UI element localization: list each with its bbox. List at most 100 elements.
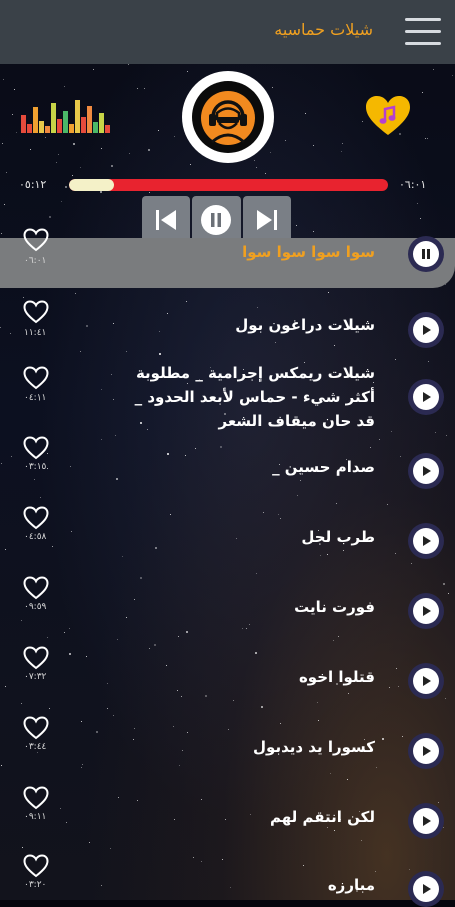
star bbox=[61, 201, 62, 202]
play-song-button[interactable] bbox=[408, 379, 444, 415]
star bbox=[233, 700, 234, 701]
star bbox=[387, 504, 388, 505]
play-icon bbox=[423, 816, 431, 826]
heart-outline-icon bbox=[23, 854, 49, 878]
star bbox=[30, 149, 31, 150]
next-icon bbox=[256, 209, 277, 230]
like-button[interactable] bbox=[23, 786, 49, 810]
star bbox=[222, 859, 223, 860]
seek-bar[interactable] bbox=[69, 179, 388, 191]
play-song-button[interactable] bbox=[408, 523, 444, 559]
star bbox=[64, 86, 65, 87]
star bbox=[280, 723, 281, 724]
star bbox=[425, 138, 426, 139]
star bbox=[56, 162, 57, 163]
song-duration: ٠٣:٢٠ bbox=[24, 880, 47, 890]
star bbox=[254, 160, 255, 161]
star bbox=[144, 88, 145, 89]
next-button[interactable] bbox=[242, 196, 291, 243]
song-row[interactable]: قتلوا اخوه ٠٧:٣٢ bbox=[0, 646, 455, 699]
song-duration: ٠٤:٥٨ bbox=[24, 532, 47, 542]
equalizer-bar bbox=[45, 126, 50, 133]
like-button[interactable] bbox=[23, 854, 49, 878]
previous-button[interactable] bbox=[142, 196, 191, 243]
equalizer-bar bbox=[93, 122, 98, 133]
heart-outline-icon bbox=[23, 300, 49, 324]
like-button[interactable] bbox=[23, 506, 49, 530]
equalizer-bar bbox=[69, 124, 74, 133]
star bbox=[443, 583, 445, 585]
song-row[interactable]: سوا سوا سوا سوا ٠٦:٠١ bbox=[0, 228, 455, 288]
star bbox=[75, 293, 76, 294]
star bbox=[334, 345, 335, 346]
pause-song-button[interactable] bbox=[408, 236, 444, 272]
like-button[interactable] bbox=[23, 646, 49, 670]
star bbox=[16, 132, 17, 133]
star bbox=[49, 216, 51, 218]
song-title: مبارزه bbox=[327, 876, 375, 894]
song-row[interactable]: شيلات ريمكس إجرامية _ مطلوبة أكثر شيء - … bbox=[0, 358, 455, 438]
star bbox=[149, 192, 150, 193]
star bbox=[186, 631, 188, 633]
song-title: سوا سوا سوا سوا bbox=[242, 243, 375, 261]
play-song-button[interactable] bbox=[408, 871, 444, 907]
app-header: شيلات حماسيه bbox=[0, 0, 455, 64]
play-song-button[interactable] bbox=[408, 803, 444, 839]
like-button[interactable] bbox=[23, 576, 49, 600]
star bbox=[100, 191, 102, 193]
star bbox=[107, 708, 108, 709]
play-icon bbox=[423, 466, 431, 476]
star bbox=[148, 149, 150, 151]
song-duration: ٠٩:٥٩ bbox=[24, 602, 47, 612]
song-row[interactable]: صدام حسين _ ٠٣:١٥ bbox=[0, 436, 455, 489]
play-icon bbox=[423, 536, 431, 546]
song-title: كسورا يد ديدبول bbox=[253, 738, 375, 756]
star bbox=[58, 154, 59, 155]
pause-button[interactable] bbox=[192, 196, 241, 243]
star bbox=[65, 186, 67, 188]
song-row[interactable]: شيلات دراغون بول ١١:٤١ bbox=[0, 300, 455, 348]
star bbox=[361, 840, 362, 841]
song-title: شيلات دراغون بول bbox=[235, 316, 375, 334]
play-song-button[interactable] bbox=[408, 663, 444, 699]
like-button[interactable] bbox=[23, 716, 49, 740]
song-row[interactable]: فورت نايت ٠٩:٥٩ bbox=[0, 576, 455, 629]
star bbox=[80, 351, 81, 352]
star bbox=[297, 495, 298, 496]
play-song-button[interactable] bbox=[408, 593, 444, 629]
equalizer-bar bbox=[57, 119, 62, 133]
like-button[interactable] bbox=[23, 300, 49, 324]
play-song-button[interactable] bbox=[408, 312, 444, 348]
star bbox=[113, 715, 114, 716]
heart-outline-icon bbox=[23, 646, 49, 670]
star bbox=[173, 726, 174, 727]
star bbox=[14, 89, 15, 90]
equalizer-bar bbox=[81, 117, 86, 133]
star bbox=[256, 167, 257, 168]
hamburger-menu-icon[interactable] bbox=[405, 18, 441, 46]
play-song-button[interactable] bbox=[408, 733, 444, 769]
headphones-listener-logo bbox=[201, 91, 255, 145]
like-button[interactable] bbox=[23, 366, 49, 390]
star bbox=[159, 353, 161, 355]
song-title: لكن انتقم لهم bbox=[269, 808, 375, 826]
song-row[interactable]: مبارزه ٠٣:٢٠ bbox=[0, 854, 455, 907]
equalizer-bar bbox=[105, 125, 110, 133]
star bbox=[22, 847, 23, 848]
play-song-button[interactable] bbox=[408, 453, 444, 489]
like-button[interactable] bbox=[23, 436, 49, 460]
star bbox=[336, 503, 337, 504]
song-title: طرب لجل bbox=[301, 528, 375, 546]
song-row[interactable]: طرب لجل ٠٤:٥٨ bbox=[0, 506, 455, 559]
star bbox=[256, 573, 257, 574]
star bbox=[411, 563, 412, 564]
star bbox=[23, 297, 24, 298]
star bbox=[270, 152, 271, 153]
song-row[interactable]: كسورا يد ديدبول ٠٣:٤٤ bbox=[0, 716, 455, 769]
star bbox=[452, 75, 453, 76]
star bbox=[422, 92, 423, 93]
play-icon bbox=[423, 325, 431, 335]
song-row[interactable]: لكن انتقم لهم ٠٩:١١ bbox=[0, 786, 455, 839]
like-button[interactable] bbox=[23, 228, 49, 252]
favorite-button[interactable] bbox=[364, 95, 412, 137]
